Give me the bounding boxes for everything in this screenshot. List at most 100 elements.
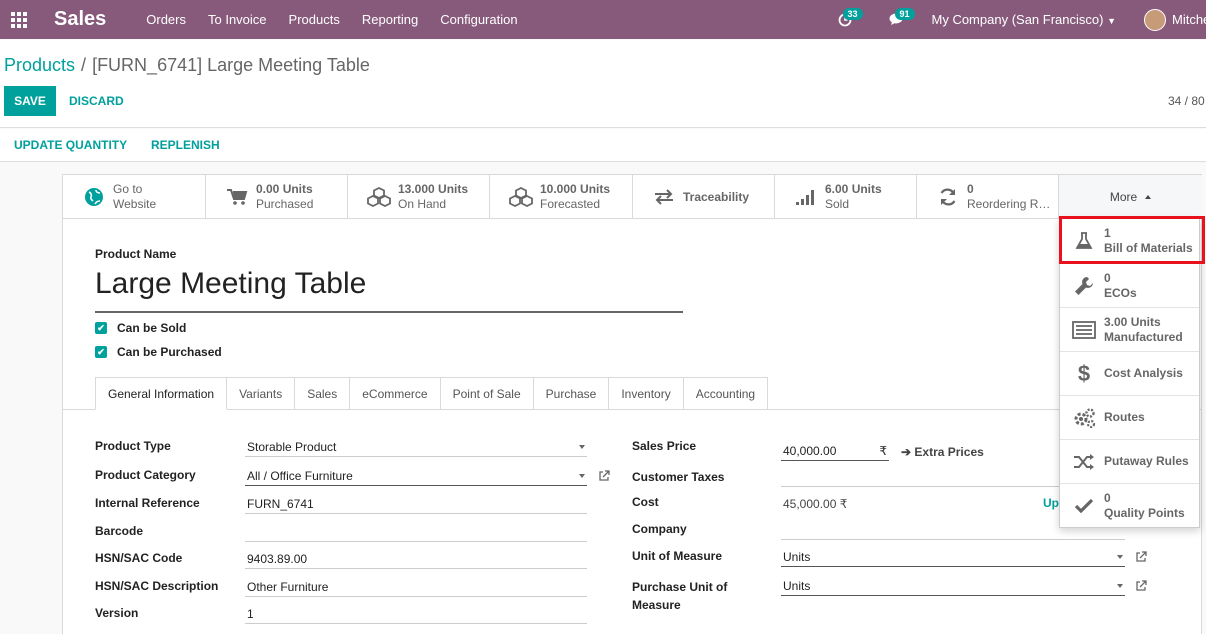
tab-variants[interactable]: Variants [227,377,296,410]
internal-reference-input[interactable]: FURN_6741 [245,494,587,514]
external-link-icon[interactable] [1135,580,1147,592]
sales-price-value: 40,000.00 [783,444,837,458]
cost-value: 45,000.00 ₹ [783,497,848,511]
chevron-down-icon: ▼ [1107,16,1116,26]
cart-icon [220,188,254,206]
sales-price-input[interactable]: 40,000.00 ₹ [781,441,889,461]
external-link-icon[interactable] [598,470,610,482]
purchased-value: 0.00 Units [256,182,313,196]
reordering-rules-value: 0 [967,182,974,196]
menu-orders[interactable]: Orders [146,12,186,27]
ecos-count: 0 [1104,270,1111,285]
traceability-button[interactable]: Traceability [633,175,775,219]
ecos-button[interactable]: 0 ECOs [1060,264,1199,308]
product-category-value: All / Office Furniture [247,469,353,483]
pager-value[interactable]: 34 / 80 [1168,94,1206,108]
tab-inventory[interactable]: Inventory [609,377,684,410]
uom-label: Unit of Measure [632,549,723,563]
discard-button[interactable]: DISCARD [69,94,124,108]
hsn-description-input[interactable]: Other Furniture [245,577,587,597]
avatar[interactable] [1144,8,1166,31]
go-to-website-button[interactable]: Go to Website [63,175,206,219]
product-category-select[interactable]: All / Office Furniture [245,466,587,486]
highlight-box [1059,216,1205,264]
menu-to-invoice[interactable]: To Invoice [208,12,267,27]
uom-value: Units [783,550,811,564]
more-button[interactable]: More [1058,175,1202,219]
top-navbar: Sales Orders To Invoice Products Reporti… [0,0,1206,39]
activity-count-badge: 33 [842,8,863,20]
cost-analysis-button[interactable]: $ Cost Analysis [1060,352,1199,396]
manufactured-button[interactable]: 3.00 Units Manufactured [1060,308,1199,352]
version-input[interactable]: 1 [245,604,587,624]
menu-configuration[interactable]: Configuration [440,12,517,27]
external-link-icon[interactable] [1135,551,1147,563]
messages-icon[interactable]: 91 [880,0,915,39]
activity-icon[interactable]: 33 [828,0,863,39]
quality-points-button[interactable]: 0 Quality Points [1060,484,1199,528]
app-name[interactable]: Sales [54,8,106,31]
refresh-icon [931,187,965,207]
purchased-button[interactable]: 0.00 Units Purchased [206,175,348,219]
manufactured-value: 3.00 Units [1104,314,1161,329]
breadcrumb-products-link[interactable]: Products [4,55,75,75]
reordering-rules-button[interactable]: 0 Reordering Rules [917,175,1058,219]
arrow-right-icon: ➔ [901,445,912,459]
can-be-sold-checkbox[interactable]: ✔ [95,322,107,334]
product-type-select[interactable]: Storable Product [245,437,587,457]
more-dropdown-menu: 1 Bill of Materials 0 ECOs 3.00 Units Manuf… [1059,218,1200,528]
forecasted-button[interactable]: 10.000 Units Forecasted [490,175,633,219]
purchase-uom-select[interactable]: Units [781,576,1125,596]
manufactured-label: Manufactured [1104,329,1183,344]
on-hand-label: On Hand [398,197,447,211]
barcode-label: Barcode [95,524,144,538]
update-quantity-button[interactable]: UPDATE QUANTITY [14,138,127,152]
can-be-purchased-checkbox[interactable]: ✔ [95,346,107,358]
reordering-rules-label: Reordering Rules [967,197,1055,211]
tab-sales[interactable]: Sales [295,377,351,410]
extra-prices-button[interactable]: ➔ Extra Prices [901,445,984,459]
save-button[interactable]: SAVE [4,86,56,116]
company-switcher[interactable]: My Company (San Francisco) ▼ [932,12,1117,27]
company-name: My Company (San Francisco) [931,12,1104,27]
menu-products[interactable]: Products [289,12,340,27]
quality-points-count: 0 [1104,491,1111,505]
purchased-label: Purchased [256,197,314,211]
routes-label: Routes [1104,410,1145,424]
control-panel: Products / [FURN_6741] Large Meeting Table… [0,40,1206,128]
quality-points-label: Quality Points [1104,506,1185,520]
wrench-icon [1064,275,1104,297]
ecos-label: ECOs [1104,285,1137,300]
routes-button[interactable]: Routes [1060,396,1199,440]
messages-count-badge: 91 [894,8,915,20]
sold-button[interactable]: 6.00 Units Sold [775,175,917,219]
check-icon [1064,498,1104,514]
signal-icon [789,188,823,206]
tab-accounting[interactable]: Accounting [683,377,769,410]
product-name-label: Product Name [95,247,177,261]
hsn-description-label: HSN/SAC Description [95,579,219,593]
extra-prices-label: Extra Prices [914,445,984,459]
can-be-purchased-row: ✔ Can be Purchased [95,345,222,359]
hsn-code-input[interactable]: 9403.89.00 [245,549,587,569]
tab-point-of-sale[interactable]: Point of Sale [440,377,534,410]
tab-purchase[interactable]: Purchase [533,377,610,410]
tab-general-information[interactable]: General Information [95,377,228,410]
barcode-input[interactable] [245,522,587,542]
replenish-button[interactable]: REPLENISH [151,138,220,152]
on-hand-button[interactable]: 13.000 Units On Hand [348,175,490,219]
tab-ecommerce[interactable]: eCommerce [350,377,441,410]
apps-menu-icon[interactable] [0,0,38,39]
cogs-icon [1064,407,1104,428]
menu-reporting[interactable]: Reporting [362,12,418,27]
breadcrumb-current: [FURN_6741] Large Meeting Table [92,55,370,75]
putaway-rules-button[interactable]: Putaway Rules [1060,440,1199,484]
uom-select[interactable]: Units [781,547,1125,567]
product-name-input[interactable]: Large Meeting Table [95,267,683,313]
update-cost-button[interactable]: Up [1043,496,1059,510]
product-type-value: Storable Product [247,440,337,454]
user-name[interactable]: Mitchell Admin [1172,12,1206,27]
caret-down-icon [1117,584,1123,588]
purchase-uom-value: Units [783,579,811,593]
internal-reference-label: Internal Reference [95,496,200,510]
